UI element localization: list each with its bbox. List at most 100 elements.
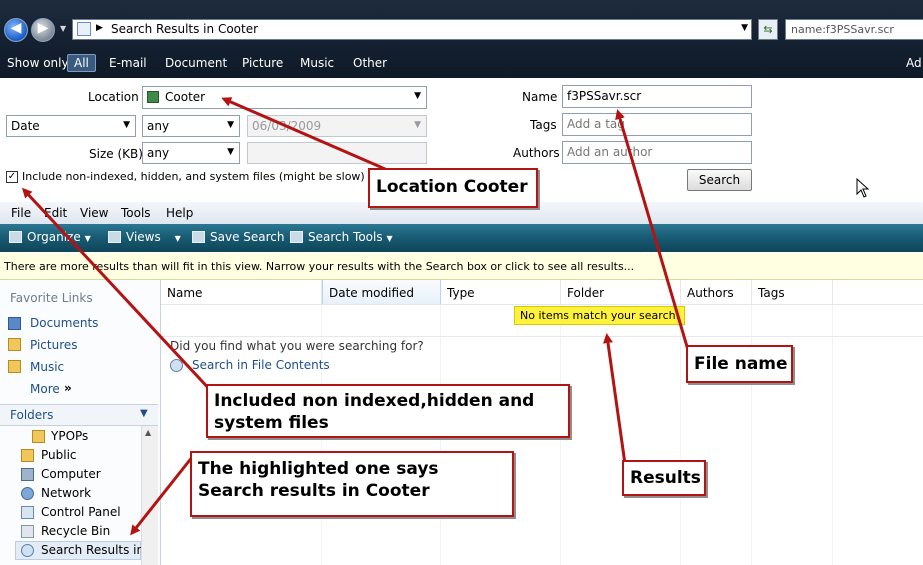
save-search-button[interactable]: Save Search	[192, 230, 285, 244]
organize-icon	[9, 231, 22, 243]
column-date-modified[interactable]: Date modified	[322, 280, 441, 304]
callout-location-text: Location Cooter	[376, 177, 528, 197]
views-dropdown-icon: ▼	[174, 234, 181, 243]
control-panel-icon	[21, 506, 34, 519]
search-tools-button[interactable]: Search Tools ▼	[290, 230, 393, 244]
folders-scrollbar[interactable]: ▲	[141, 426, 158, 565]
menu-file[interactable]: File	[11, 206, 31, 220]
show-only-bar: Show only: All E-mail Document Picture M…	[0, 52, 923, 76]
date-qualifier-combo[interactable]: any ▼	[142, 115, 240, 137]
arrow-results	[603, 333, 627, 465]
column-authors[interactable]: Authors	[681, 280, 752, 304]
organize-button[interactable]: Organize ▼	[9, 230, 91, 244]
search-file-contents-link[interactable]: Search in File Contents	[192, 358, 330, 372]
size-label: Size (KB)	[89, 147, 143, 161]
column-folder-label: Folder	[567, 286, 605, 300]
date-value: 06/03/2009	[252, 119, 322, 133]
date-value-field[interactable]: 06/03/2009 ▼	[247, 115, 427, 137]
authors-input[interactable]: Add an author	[562, 141, 752, 164]
filter-other[interactable]: Other	[353, 56, 387, 70]
history-dropdown-icon[interactable]: ▼	[60, 24, 66, 33]
forward-button[interactable]: ▶	[31, 18, 55, 42]
size-value-field[interactable]	[247, 142, 427, 164]
menu-view[interactable]: View	[80, 206, 108, 220]
address-bar[interactable]: ▶ Search Results in Cooter ▼	[72, 19, 752, 40]
column-type-label: Type	[447, 286, 475, 300]
tree-computer[interactable]: Computer	[41, 467, 101, 481]
views-button[interactable]: Views ▼	[108, 230, 181, 244]
column-type[interactable]: Type	[441, 280, 561, 304]
search-results-icon	[21, 544, 34, 557]
location-label: Location	[88, 90, 139, 104]
include-nonindexed-checkbox[interactable]: ✓	[6, 171, 18, 183]
search-contents-icon	[170, 359, 183, 372]
column-name-label: Name	[167, 286, 203, 300]
size-qualifier-dropdown-icon: ▼	[227, 147, 234, 157]
menu-tools[interactable]: Tools	[121, 206, 151, 220]
callout-highlighted-text: The highlighted one says Search results …	[198, 459, 439, 501]
menu-edit[interactable]: Edit	[44, 206, 67, 220]
size-qualifier-combo[interactable]: any ▼	[142, 142, 240, 164]
location-combo[interactable]: Cooter ▼	[142, 86, 427, 109]
fav-documents[interactable]: Documents	[30, 316, 98, 330]
show-only-label: Show only:	[7, 56, 72, 70]
tree-control-panel[interactable]: Control Panel	[41, 505, 121, 519]
tags-label: Tags	[530, 118, 557, 132]
filter-picture[interactable]: Picture	[242, 56, 283, 70]
callout-included-text: Included non indexed,hidden and system f…	[214, 391, 535, 433]
command-bar: Organize ▼ Views ▼ Save Search Search To…	[0, 224, 923, 252]
refresh-icon: ⇆	[763, 23, 773, 36]
tags-placeholder: Add a tag	[567, 117, 625, 131]
filter-music[interactable]: Music	[300, 56, 334, 70]
column-name[interactable]: Name	[161, 280, 322, 304]
back-button[interactable]: ◀	[4, 18, 28, 42]
date-field-value: Date	[11, 119, 40, 133]
refresh-button[interactable]: ⇆	[758, 19, 778, 40]
tags-input[interactable]: Add a tag	[562, 113, 752, 136]
save-search-label: Save Search	[210, 230, 285, 244]
address-dropdown-icon[interactable]: ▼	[741, 23, 748, 33]
date-field-combo[interactable]: Date ▼	[6, 115, 136, 137]
tree-network[interactable]: Network	[41, 486, 91, 500]
folders-header[interactable]: Folders ▼	[0, 404, 158, 426]
column-tags[interactable]: Tags	[752, 280, 833, 304]
breadcrumb-separator-icon: ▶	[96, 23, 103, 33]
callout-results: Results	[622, 460, 706, 496]
callout-included: Included non indexed,hidden and system f…	[206, 384, 570, 438]
tree-public[interactable]: Public	[41, 448, 77, 462]
search-folder-icon	[77, 22, 91, 36]
search-tools-label: Search Tools	[308, 230, 383, 244]
more-link[interactable]: More	[30, 382, 60, 396]
callout-location: Location Cooter	[368, 168, 538, 208]
scroll-up-icon[interactable]: ▲	[145, 428, 151, 437]
name-input[interactable]: f3PSSavr.scr	[562, 85, 752, 108]
organize-label: Organize	[27, 230, 81, 244]
tree-ypops[interactable]: YPOPs	[51, 429, 88, 443]
search-input[interactable]: name:f3PSSavr.scr	[785, 19, 923, 40]
column-divider	[832, 305, 833, 565]
search-button[interactable]: Search	[687, 169, 752, 191]
public-folder-icon	[21, 449, 34, 462]
more-chevron-icon[interactable]: »	[64, 381, 72, 395]
filter-all[interactable]: All	[67, 54, 96, 72]
pictures-folder-icon	[8, 338, 21, 351]
info-bar[interactable]: There are more results than will fit in …	[0, 253, 923, 280]
size-qualifier-value: any	[147, 146, 170, 160]
callout-file-name-text: File name	[694, 354, 788, 374]
column-divider	[680, 305, 681, 565]
fav-music[interactable]: Music	[30, 360, 64, 374]
advanced-search-fragment[interactable]: Ad	[906, 56, 922, 70]
column-folder[interactable]: Folder	[561, 280, 681, 304]
fav-pictures[interactable]: Pictures	[30, 338, 78, 352]
location-value: Cooter	[165, 90, 206, 104]
title-bar: ◀ ▶ ▼ ▶ Search Results in Cooter ▼ ⇆ nam…	[0, 0, 923, 78]
tree-recycle-bin[interactable]: Recycle Bin	[41, 524, 110, 538]
authors-placeholder: Add an author	[567, 145, 653, 159]
filter-document[interactable]: Document	[165, 56, 227, 70]
save-icon	[192, 231, 205, 243]
filter-email[interactable]: E-mail	[109, 56, 147, 70]
tree-search-results[interactable]: Search Results in C	[41, 543, 156, 557]
menu-help[interactable]: Help	[166, 206, 193, 220]
mouse-cursor-icon	[856, 178, 870, 198]
views-icon	[108, 231, 121, 243]
